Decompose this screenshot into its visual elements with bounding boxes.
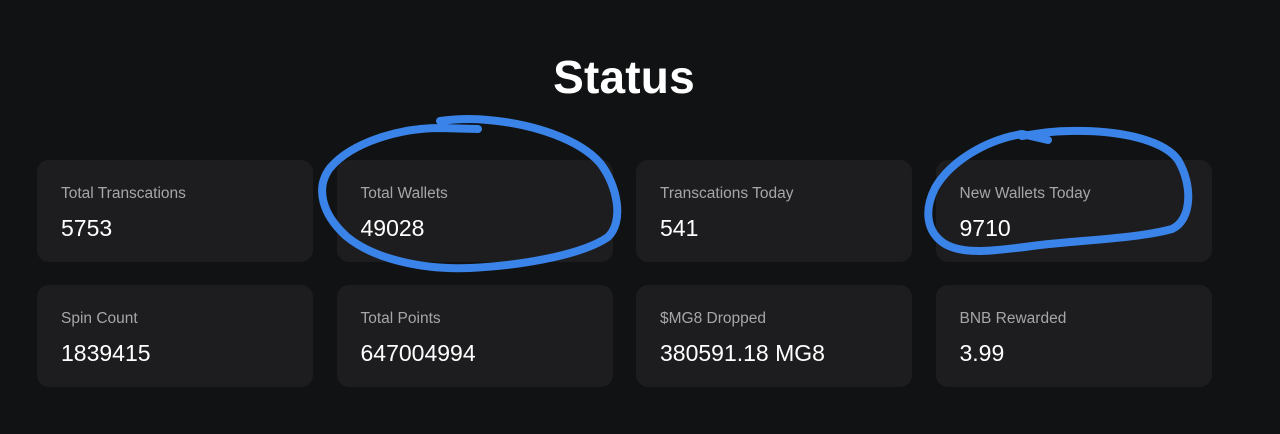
stat-label: Spin Count	[61, 310, 138, 327]
stat-card-total-transactions: Total Transcations 5753	[37, 160, 313, 262]
stat-label: BNB Rewarded	[959, 310, 1067, 327]
stats-grid: Total Transcations 5753 Total Wallets 49…	[37, 160, 1212, 387]
stat-label: $MG8 Dropped	[660, 310, 766, 327]
stat-card-total-points: Total Points 647004994	[336, 285, 613, 387]
stat-label: Total Transcations	[61, 185, 186, 202]
stat-card-total-wallets: Total Wallets 49028	[336, 160, 613, 262]
stat-label: Total Points	[360, 310, 441, 327]
stat-value: 1839415	[61, 340, 151, 366]
stat-value: 380591.18 MG8	[660, 340, 825, 366]
stat-card-spin-count: Spin Count 1839415	[37, 285, 313, 387]
stat-value: 3.99	[959, 340, 1005, 366]
stat-label: Transcations Today	[660, 185, 794, 202]
page-title: Status	[553, 51, 695, 103]
stat-card-transactions-today: Transcations Today 541	[636, 160, 912, 262]
stat-label: Total Wallets	[360, 185, 448, 202]
stat-value: 647004994	[360, 340, 476, 366]
status-page: Status Total Transcations 5753 Total Wal…	[0, 0, 1280, 434]
stat-label: New Wallets Today	[959, 185, 1091, 202]
stat-card-new-wallets-today: New Wallets Today 9710	[935, 160, 1212, 262]
stat-card-mg8-dropped: $MG8 Dropped 380591.18 MG8	[636, 285, 912, 387]
stat-value: 541	[660, 215, 699, 241]
stat-value: 5753	[61, 215, 113, 241]
stat-value: 49028	[360, 215, 425, 241]
stat-value: 9710	[959, 215, 1011, 241]
stat-card-bnb-rewarded: BNB Rewarded 3.99	[935, 285, 1212, 387]
